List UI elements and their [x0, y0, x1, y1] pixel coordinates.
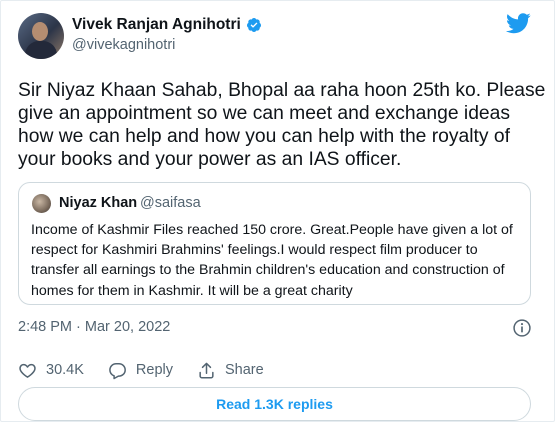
- reply-icon: [109, 362, 126, 379]
- tweet-text: Sir Niyaz Khaan Sahab, Bhopal aa raha ho…: [18, 80, 546, 170]
- info-icon[interactable]: [512, 318, 532, 338]
- like-count: 30.4K: [46, 362, 84, 378]
- share-button[interactable]: Share: [197, 361, 264, 380]
- reply-label: Reply: [135, 362, 173, 378]
- author-name[interactable]: Vivek Ranjan Agnihotri: [72, 16, 241, 34]
- tweet-card: Vivek Ranjan Agnihotri @vivekagnihotri S…: [0, 0, 555, 422]
- quoted-author-name: Niyaz Khan: [59, 195, 138, 211]
- action-bar: 30.4K Reply Share: [18, 360, 288, 380]
- reply-button[interactable]: Reply: [108, 361, 173, 380]
- author-handle[interactable]: @vivekagnihotri: [72, 37, 175, 53]
- quoted-author-handle: @saifasa: [140, 195, 201, 211]
- author-name-row: Vivek Ranjan Agnihotri: [72, 15, 262, 35]
- share-icon: [199, 362, 214, 378]
- quoted-tweet[interactable]: Niyaz Khan @saifasa Income of Kashmir Fi…: [18, 182, 531, 305]
- tweet-timestamp[interactable]: 2:48 PM · Mar 20, 2022: [18, 319, 170, 335]
- heart-icon: [19, 363, 36, 378]
- like-button[interactable]: 30.4K: [18, 361, 84, 380]
- share-label: Share: [224, 362, 264, 378]
- twitter-bird-icon[interactable]: [506, 13, 531, 34]
- verified-badge-icon: [246, 18, 261, 32]
- quoted-tweet-text: Income of Kashmir Files reached 150 cror…: [31, 222, 513, 299]
- read-replies-button[interactable]: Read 1.3K replies: [18, 387, 531, 421]
- quoted-avatar: [32, 194, 51, 213]
- author-avatar[interactable]: [18, 13, 64, 59]
